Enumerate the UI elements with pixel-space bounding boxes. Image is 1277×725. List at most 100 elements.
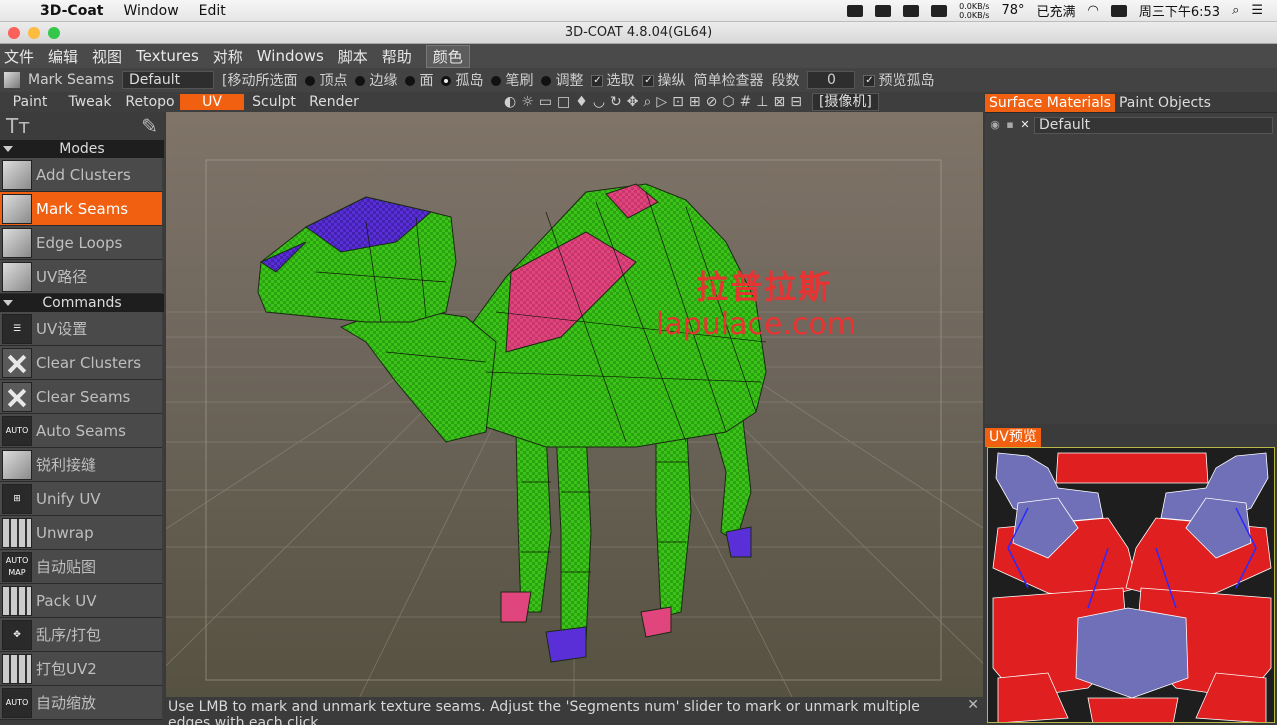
axis-icon[interactable]: ⊥ [756,94,768,110]
battery-status[interactable]: 已充满 [1037,1,1076,20]
tab-uv-preview[interactable]: UV预览 [985,428,1041,447]
cmd-unwrap[interactable]: Unwrap [0,516,162,550]
wifi-icon[interactable]: ◠ [1088,3,1099,18]
mode-mark-seams[interactable]: Mark Seams [0,192,162,226]
face-radio[interactable]: 面 [405,70,433,90]
close-icon[interactable]: ✕ [967,697,979,713]
input-method-icon[interactable] [1110,4,1127,17]
preset-dropdown[interactable]: Default [121,71,214,89]
mac-clock[interactable]: 周三下午6:53 [1139,1,1220,20]
tab-retopo[interactable]: Retopo [120,94,180,110]
drop-icon[interactable]: ♦ [575,94,588,110]
move-icon[interactable]: ✥ [627,94,639,110]
camera-dropdown[interactable]: [摄像机] [811,93,879,111]
material-row[interactable]: ◉ ▪ ✕ Default [989,116,1273,134]
spotlight-icon[interactable]: ⌕ [1232,3,1239,18]
frame-selected-icon[interactable]: ⊞ [689,94,701,110]
tab-render[interactable]: Render [304,94,364,110]
cmd-pack-uv2[interactable]: 打包UV2 [0,652,162,686]
3d-viewport[interactable]: 拉普拉斯 lapulace.com Use LMB to mark and un… [166,112,983,725]
bowl-icon[interactable]: ◡ [593,94,605,110]
tab-uv[interactable]: UV [180,94,244,110]
select-checkbox[interactable]: ✓ 选取 [591,70,634,90]
cpu-icon[interactable] [931,4,948,17]
cmd-uv-settings[interactable]: ☰ UV设置 [0,312,162,346]
mode-edge-loops[interactable]: Edge Loops [0,226,162,260]
vertex-radio[interactable]: 顶点 [305,70,347,90]
manipulate-checkbox[interactable]: ✓ 操纵 [642,70,685,90]
brush-radio[interactable]: 笔刷 [491,70,533,90]
cmd-auto-seams[interactable]: AUTO Auto Seams [0,414,162,448]
color-button[interactable]: 颜色 [425,44,470,68]
minimize-window-button[interactable] [28,27,40,39]
camel-mesh[interactable] [257,183,767,663]
cmd-shuffle-pack[interactable]: ✥ 乱序/打包 [0,618,162,652]
menu-edit[interactable]: 编辑 [48,46,78,67]
cmd-auto-scale[interactable]: AUTO 自动缩放 [0,686,162,720]
segments-label: 段数 [771,73,800,89]
mac-app-name[interactable]: 3D-Coat [40,3,103,19]
drive-icon[interactable] [903,4,920,17]
light-icon[interactable]: ☼ [521,94,534,110]
close-window-button[interactable] [8,27,20,39]
text-tool-icon[interactable]: Tт [6,114,30,138]
cube-icon[interactable]: ⬡ [722,94,734,110]
display-icon[interactable] [875,4,892,17]
tab-paint-objects[interactable]: Paint Objects [1115,94,1215,112]
mode-add-clusters[interactable]: Add Clusters [0,158,162,192]
traffic-lights [8,27,60,39]
edge-radio[interactable]: 边缘 [355,70,397,90]
square-icon[interactable]: □ [557,94,570,110]
zoom-icon[interactable]: ⌕ [644,94,652,110]
menu-file[interactable]: 文件 [4,46,34,67]
shading-icon[interactable]: ◐ [504,94,516,110]
tab-tweak[interactable]: Tweak [60,94,120,110]
tab-surface-materials[interactable]: Surface Materials [985,94,1115,112]
uv-preview-canvas[interactable] [987,447,1275,723]
menu-windows[interactable]: Windows [257,47,324,65]
cmd-sharp-seams[interactable]: 锐利接缝 [0,448,162,482]
cmd-unify-uv[interactable]: ⊞ Unify UV [0,482,162,516]
temperature[interactable]: 78° [1001,3,1024,18]
grid-icon[interactable]: # [740,94,752,110]
menu-view[interactable]: 视图 [92,46,122,67]
island-radio[interactable]: 孤岛 [441,70,483,90]
cmd-pack-uv[interactable]: Pack UV [0,584,162,618]
split-icon[interactable]: ⊟ [790,94,802,110]
select-mode-dropdown[interactable]: [移动所选面 [222,70,297,90]
tab-sculpt[interactable]: Sculpt [244,94,304,110]
image-icon[interactable]: ▭ [539,94,552,110]
preview-islands-checkbox[interactable]: ✓ 预览孤岛 [863,70,934,90]
viewport-frame-icon[interactable]: ⊠ [774,94,786,110]
lock-icon[interactable]: ▪ [1004,119,1016,131]
qq-icon[interactable] [847,4,864,17]
cmd-clear-seams[interactable]: Clear Seams [0,380,162,414]
hide-icon[interactable]: ⊘ [706,94,718,110]
close-icon[interactable]: ✕ [1019,119,1031,131]
perspective-icon[interactable]: ▷ [656,94,667,110]
cmd-clear-clusters[interactable]: Clear Clusters [0,346,162,380]
zoom-window-button[interactable] [48,27,60,39]
frame-all-icon[interactable]: ⊡ [672,94,684,110]
menu-symmetry[interactable]: 对称 [213,46,243,67]
pen-icon[interactable]: ✎ [141,114,158,138]
menu-script[interactable]: 脚本 [338,46,368,67]
menu-textures[interactable]: Textures [136,47,199,65]
rotate-icon[interactable]: ↻ [610,94,622,110]
autoscale-icon: AUTO [2,687,32,718]
modes-header[interactable]: Modes [0,140,164,158]
menu-help[interactable]: 帮助 [382,46,412,67]
cmd-auto-map[interactable]: AUTO MAP 自动贴图 [0,550,162,584]
eye-icon[interactable]: ◉ [989,119,1001,131]
mode-uv-path[interactable]: UV路径 [0,260,162,294]
adjust-radio[interactable]: 调整 [541,70,583,90]
commands-header[interactable]: Commands [0,294,164,312]
notification-center-icon[interactable]: ☰ [1251,3,1263,18]
segments-input[interactable]: 0 [807,71,856,89]
tab-paint[interactable]: Paint [0,94,60,110]
material-name[interactable]: Default [1034,116,1273,134]
face-label: 面 [419,73,434,89]
mac-menu-edit[interactable]: Edit [199,3,226,19]
simple-checker-dropdown[interactable]: 简单检查器 [693,70,763,90]
mac-menu-window[interactable]: Window [123,3,178,19]
